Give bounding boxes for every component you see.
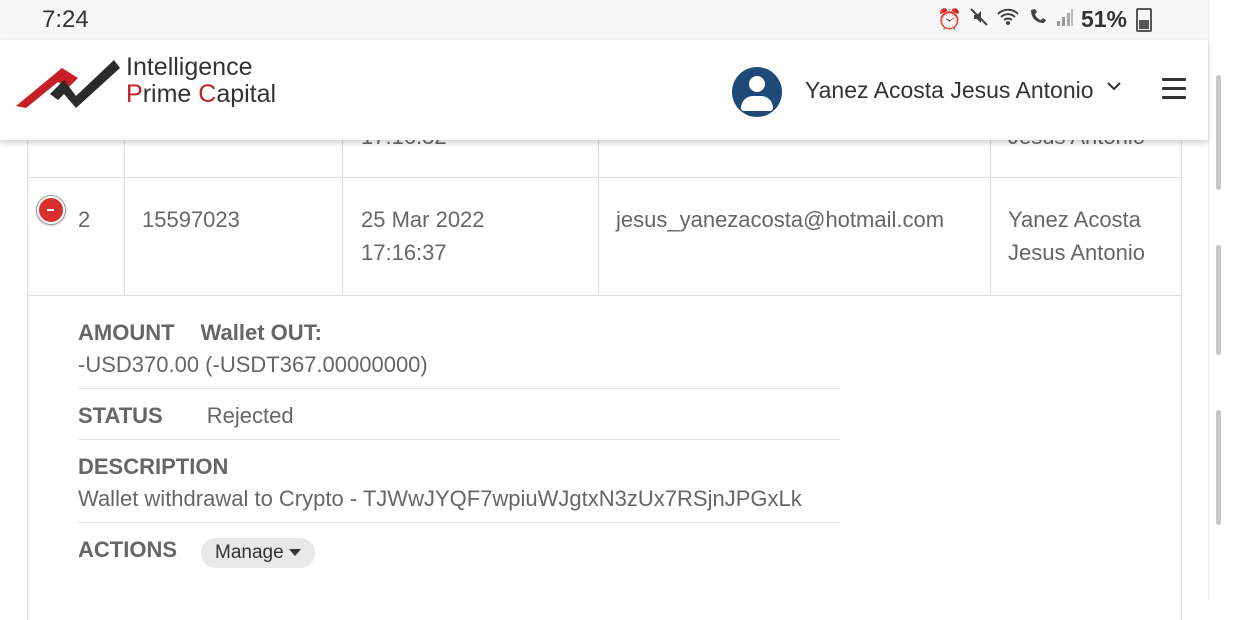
row-email: jesus_yanezacosta@hotmail.com xyxy=(599,178,991,295)
wifi-call-icon xyxy=(1027,7,1049,33)
wallet-label: Wallet OUT: xyxy=(200,320,322,345)
scrollbar-thumb-2[interactable] xyxy=(1216,245,1221,355)
battery-percent: 51% xyxy=(1080,6,1127,32)
row-name-line1: Yanez Acosta xyxy=(1008,207,1141,232)
row-index: 2 xyxy=(78,207,91,232)
battery-icon xyxy=(1136,7,1152,32)
logo-line-2: Prime Capital xyxy=(126,81,276,108)
amount-value: -USD370.00 (-USDT367.00000000) xyxy=(78,352,428,377)
app-header: Intelligence Prime Capital Yanez Acosta … xyxy=(0,40,1208,140)
description-value: Wallet withdrawal to Crypto - TJWwJYQF7w… xyxy=(78,486,802,511)
row-id: 15597023 xyxy=(125,178,343,295)
table-row[interactable]: 2 15597023 25 Mar 2022 17:16:37 jesus_ya… xyxy=(28,178,1181,296)
signal-icon xyxy=(1056,7,1074,33)
manage-button-label: Manage xyxy=(215,541,284,563)
logo-letter-p: P xyxy=(126,80,143,108)
row-name-line2: Jesus Antonio xyxy=(1008,240,1145,265)
amount-section: AMOUNT Wallet OUT: -USD370.00 (-USDT367.0… xyxy=(78,320,840,389)
actions-section: ACTIONS Manage xyxy=(78,523,840,568)
company-name: Intelligence Prime Capital xyxy=(126,54,276,108)
status-bar: 7:24 ⏰ 51% xyxy=(0,0,1210,40)
scrollbar-thumb[interactable] xyxy=(1216,75,1221,190)
status-time: 7:24 xyxy=(42,6,89,33)
logo-word-rime: rime xyxy=(142,80,199,108)
manage-button[interactable]: Manage xyxy=(201,537,315,568)
row-name: Yanez Acosta Jesus Antonio xyxy=(991,178,1181,295)
row-date: 25 Mar 2022 xyxy=(361,207,485,232)
avatar[interactable] xyxy=(732,67,782,117)
row-time: 17:16:37 xyxy=(361,240,447,265)
amount-label: AMOUNT xyxy=(78,320,175,345)
mute-icon xyxy=(969,7,989,33)
actions-label: ACTIONS xyxy=(78,537,177,562)
status-section: STATUS Rejected xyxy=(78,389,840,440)
row-datetime: 25 Mar 2022 17:16:37 xyxy=(343,178,599,295)
wifi-icon xyxy=(996,7,1020,33)
status-icons: ⏰ 51% xyxy=(937,6,1152,33)
collapse-icon[interactable] xyxy=(37,196,65,224)
logo-word-apital: apital xyxy=(216,80,277,108)
alarm-icon: ⏰ xyxy=(937,9,962,31)
description-label: DESCRIPTION xyxy=(78,454,229,479)
status-value: Rejected xyxy=(206,403,294,428)
logo-letter-c: C xyxy=(198,80,217,108)
status-label: STATUS xyxy=(78,403,163,428)
caret-down-icon xyxy=(288,549,301,557)
chevron-down-icon[interactable] xyxy=(1106,78,1122,99)
logo-line-1: Intelligence xyxy=(126,53,253,81)
row-index-cell: 2 xyxy=(28,178,125,295)
description-section: DESCRIPTION Wallet withdrawal to Crypto … xyxy=(78,440,840,523)
transaction-details: AMOUNT Wallet OUT: -USD370.00 (-USDT367.0… xyxy=(78,320,840,568)
scrollbar-thumb-3[interactable] xyxy=(1216,410,1221,525)
company-logo-icon[interactable] xyxy=(14,54,124,114)
user-name[interactable]: Yanez Acosta Jesus Antonio xyxy=(805,77,1094,104)
menu-icon[interactable] xyxy=(1162,78,1186,105)
